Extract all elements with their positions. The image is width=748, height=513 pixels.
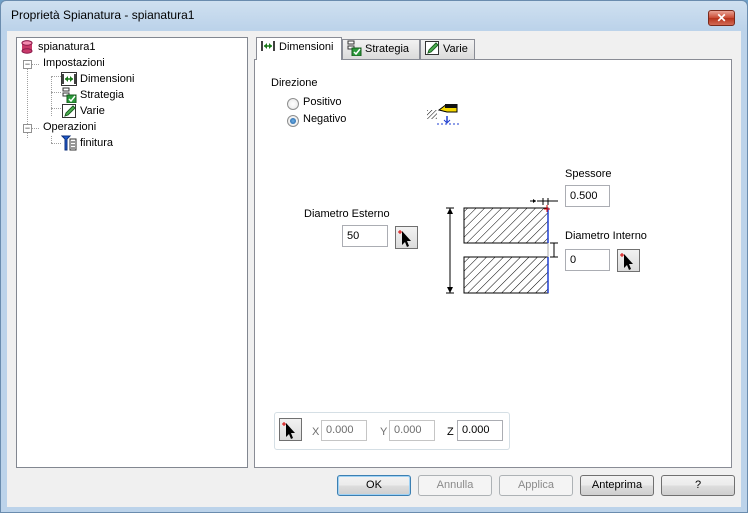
- pick-diametro-interno-button[interactable]: [617, 249, 640, 272]
- strategy-check-icon: [61, 87, 77, 104]
- z-label: Z: [447, 426, 454, 438]
- ok-button[interactable]: OK: [337, 475, 411, 496]
- tree-line: [31, 128, 39, 129]
- tab-varie[interactable]: Varie: [420, 39, 475, 59]
- positivo-label[interactable]: Positivo: [303, 96, 342, 108]
- tree-node-operazioni[interactable]: Operazioni: [40, 119, 96, 135]
- pick-point-button[interactable]: [279, 418, 302, 441]
- collapse-icon[interactable]: −: [23, 124, 32, 133]
- close-button[interactable]: ✕: [708, 10, 735, 26]
- dimensioni-panel: Direzione Positivo Negativo Spessore 0.5…: [254, 59, 732, 468]
- database-icon: [19, 39, 35, 55]
- spessore-label: Spessore: [565, 168, 612, 180]
- tab-label: Strategia: [365, 43, 410, 55]
- section-diagram: [438, 195, 558, 305]
- diametro-esterno-label: Diametro Esterno: [304, 208, 390, 220]
- close-icon: ✕: [716, 11, 727, 25]
- direzione-label: Direzione: [271, 77, 318, 89]
- pencil-note-icon: [424, 40, 440, 56]
- x-label: X: [312, 426, 320, 438]
- tree-line: [51, 143, 61, 144]
- positivo-radio[interactable]: [287, 98, 299, 110]
- tree-line: [51, 76, 52, 116]
- title-bar[interactable]: Proprietà Spianatura - spianatura1 ✕: [1, 1, 747, 29]
- tree-line: [31, 64, 39, 65]
- tree-node-label: Impostazioni: [43, 57, 105, 69]
- dialog-window: Proprietà Spianatura - spianatura1 ✕ spi…: [0, 0, 748, 513]
- tree-line: [51, 76, 61, 77]
- z-coordinate-input[interactable]: 0.000: [457, 420, 503, 441]
- pick-diametro-esterno-button[interactable]: [395, 226, 418, 249]
- diametro-esterno-input[interactable]: 50: [342, 225, 388, 247]
- diametro-interno-label: Diametro Interno: [565, 230, 647, 242]
- pick-cursor-icon: [620, 253, 633, 270]
- tree-node-label: Strategia: [80, 89, 125, 101]
- properties-tree[interactable]: spianatura1 − Impostazioni Dimensioni St…: [16, 37, 248, 468]
- tab-label: Varie: [443, 43, 468, 55]
- tab-dimensioni[interactable]: Dimensioni: [256, 37, 342, 60]
- tree-node-varie[interactable]: Varie: [61, 103, 105, 119]
- pencil-note-icon: [61, 103, 77, 119]
- applica-button[interactable]: Applica: [499, 475, 573, 496]
- direction-preview-icon: [425, 103, 461, 126]
- tab-strategia[interactable]: Strategia: [342, 39, 420, 59]
- anteprima-button[interactable]: Anteprima: [580, 475, 654, 496]
- strategy-check-icon: [346, 40, 362, 57]
- tree-line: [51, 108, 61, 109]
- negativo-label[interactable]: Negativo: [303, 113, 346, 125]
- tree-node-label: Operazioni: [43, 121, 97, 133]
- x-coordinate-input[interactable]: 0.000: [321, 420, 367, 441]
- tree-node-label: spianatura1: [38, 41, 96, 53]
- tree-node-finitura[interactable]: finitura: [60, 135, 114, 151]
- pick-cursor-icon: [398, 230, 411, 247]
- tree-node-label: finitura: [80, 137, 114, 149]
- tab-label: Dimensioni: [279, 41, 334, 53]
- y-label: Y: [380, 426, 388, 438]
- window-title: Proprietà Spianatura - spianatura1: [11, 8, 195, 22]
- tree-node-root[interactable]: spianatura1: [19, 39, 96, 55]
- dimension-arrows-icon: [61, 71, 77, 87]
- negativo-radio[interactable]: [287, 115, 299, 127]
- help-button[interactable]: ?: [661, 475, 735, 496]
- tree-node-impostazioni[interactable]: Impostazioni: [40, 55, 105, 71]
- tree-line: [51, 136, 52, 143]
- annulla-button[interactable]: Annulla: [418, 475, 492, 496]
- collapse-icon[interactable]: −: [23, 60, 32, 69]
- pick-cursor-icon: [282, 422, 295, 439]
- dialog-client: spianatura1 − Impostazioni Dimensioni St…: [7, 31, 741, 507]
- tree-node-label: Varie: [80, 105, 105, 117]
- tree-line: [51, 92, 61, 93]
- facing-tool-icon: [60, 135, 77, 151]
- spessore-input[interactable]: 0.500: [565, 185, 610, 207]
- tree-node-dimensioni[interactable]: Dimensioni: [61, 71, 134, 87]
- diametro-interno-input[interactable]: 0: [565, 249, 610, 271]
- tree-node-label: Dimensioni: [80, 73, 135, 85]
- y-coordinate-input[interactable]: 0.000: [389, 420, 435, 441]
- tree-node-strategia[interactable]: Strategia: [61, 87, 125, 104]
- dimension-arrows-icon: [260, 38, 276, 54]
